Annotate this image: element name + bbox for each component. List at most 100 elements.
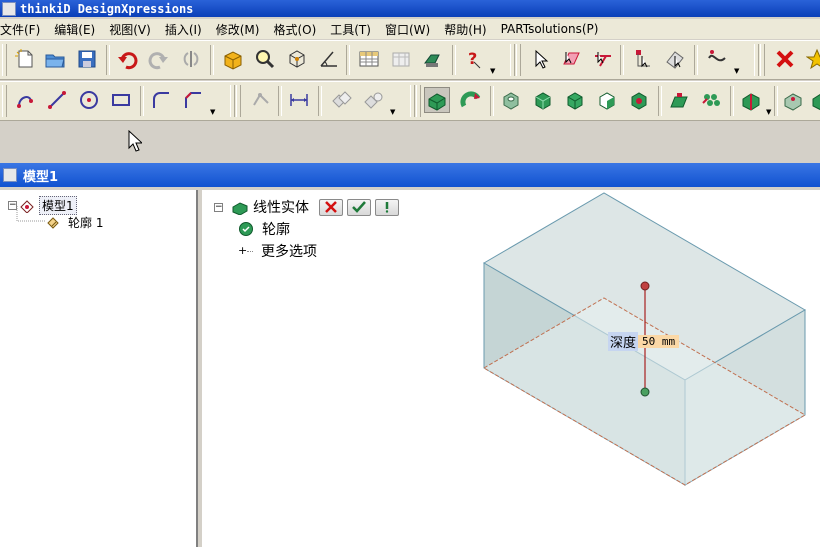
- fillet-icon[interactable]: [148, 87, 174, 113]
- tree-dots: [247, 250, 253, 252]
- open-folder-icon[interactable]: [42, 46, 68, 72]
- select-body-icon[interactable]: [662, 46, 688, 72]
- toolbar-separator: [774, 86, 778, 116]
- cancel-x-icon: [325, 201, 337, 213]
- toolbar-grip[interactable]: [236, 85, 241, 117]
- toolbar-grip[interactable]: [510, 44, 515, 76]
- chevron-down-icon[interactable]: ▼: [766, 108, 771, 116]
- toolbar-grip[interactable]: [760, 44, 765, 76]
- select-arrow-icon[interactable]: [528, 46, 554, 72]
- menu-tools[interactable]: 工具(T): [330, 21, 371, 38]
- profile-label: 轮廓: [262, 222, 290, 238]
- rectangle-icon[interactable]: [108, 87, 134, 113]
- menu-partsolutions[interactable]: PARTsolutions(P): [501, 22, 599, 36]
- chevron-down-icon[interactable]: ▼: [490, 67, 495, 75]
- cancel-button[interactable]: [319, 198, 343, 216]
- chevron-down-icon[interactable]: ▼: [210, 108, 215, 116]
- revolve-icon[interactable]: [458, 87, 484, 113]
- circle-icon[interactable]: [76, 87, 102, 113]
- confirm-button[interactable]: [347, 198, 371, 216]
- toolbar-separator: [318, 86, 322, 116]
- feature-row: − 线性实体: [214, 197, 399, 217]
- checkmark-icon: [352, 201, 366, 213]
- toolbar-grip[interactable]: [416, 85, 421, 117]
- hole-icon[interactable]: [498, 87, 524, 113]
- dimension-icon[interactable]: [286, 87, 312, 113]
- toolbar-grip[interactable]: [2, 85, 7, 117]
- toolbar-grip[interactable]: [516, 44, 521, 76]
- delete-icon[interactable]: [772, 46, 798, 72]
- zoom-icon[interactable]: [252, 46, 278, 72]
- toolbar-grip[interactable]: [2, 44, 7, 76]
- sketch-line-icon[interactable]: [44, 87, 70, 113]
- standard-toolbar: ? ▼ ▼: [0, 40, 820, 80]
- menu-view[interactable]: 视图(V): [109, 21, 151, 38]
- help-query-icon[interactable]: ?: [460, 46, 486, 72]
- toolbar-dock-area: [0, 122, 820, 159]
- chevron-down-icon[interactable]: ▼: [390, 108, 395, 116]
- box-icon[interactable]: [220, 46, 246, 72]
- collapse-toggle[interactable]: −: [214, 202, 223, 212]
- constraint-icon[interactable]: [248, 87, 274, 113]
- fillet-solid-icon[interactable]: [698, 87, 724, 113]
- star-icon[interactable]: [804, 46, 820, 72]
- body-icon[interactable]: [808, 87, 820, 113]
- toolbar-grip[interactable]: [754, 44, 759, 76]
- menu-edit[interactable]: 编辑(E): [54, 21, 95, 38]
- menu-insert[interactable]: 插入(I): [165, 21, 202, 38]
- app-title-bar: thinkiD DesignXpressions: [0, 0, 820, 17]
- toolbar-separator: [210, 45, 214, 75]
- split-icon[interactable]: [780, 87, 806, 113]
- curve-tool-icon[interactable]: [704, 46, 730, 72]
- profile-row[interactable]: 轮廓: [238, 219, 290, 239]
- menu-window[interactable]: 窗口(W): [385, 21, 430, 38]
- solid-green4-icon[interactable]: [626, 87, 652, 113]
- cube-wire-icon[interactable]: [284, 46, 310, 72]
- toolbar-separator: [730, 86, 734, 116]
- chevron-down-icon[interactable]: ▼: [734, 67, 739, 75]
- more-options-row[interactable]: + 更多选项: [238, 241, 317, 261]
- chamfer-icon[interactable]: [180, 87, 206, 113]
- mirror-icon[interactable]: [178, 46, 204, 72]
- extrude-icon[interactable]: [424, 87, 450, 113]
- toolbar-separator: [658, 86, 662, 116]
- menu-help[interactable]: 帮助(H): [444, 21, 486, 38]
- menu-modify[interactable]: 修改(M): [216, 21, 260, 38]
- toolbar-grip[interactable]: [410, 85, 415, 117]
- toolbar-separator: [346, 45, 350, 75]
- solid-green-icon[interactable]: [530, 87, 556, 113]
- depth-dimension-label[interactable]: 深度 50 mm: [608, 331, 680, 351]
- select-face-icon[interactable]: [558, 46, 584, 72]
- new-document-icon[interactable]: [12, 46, 38, 72]
- toolbar-separator: [278, 86, 282, 116]
- machine-icon[interactable]: [420, 46, 446, 72]
- toolbar-grip[interactable]: [230, 85, 235, 117]
- extrude-feature-icon: [232, 202, 248, 215]
- toolbar-separator: [620, 45, 624, 75]
- menu-format[interactable]: 格式(O): [273, 21, 316, 38]
- app-icon: [2, 1, 16, 16]
- redo-icon[interactable]: [146, 46, 172, 72]
- line-icon[interactable]: [12, 87, 38, 113]
- pattern2-icon[interactable]: [360, 87, 386, 113]
- array-icon[interactable]: [738, 87, 764, 113]
- menu-file[interactable]: 文件(F): [0, 21, 40, 38]
- undo-icon[interactable]: [114, 46, 140, 72]
- select-edge-icon[interactable]: [590, 46, 616, 72]
- exclamation-icon: [385, 202, 389, 213]
- table2-icon[interactable]: [388, 46, 414, 72]
- table-icon[interactable]: [356, 46, 382, 72]
- expand-toggle[interactable]: +: [238, 245, 247, 256]
- save-icon[interactable]: [74, 46, 100, 72]
- shell-icon[interactable]: [666, 87, 692, 113]
- pattern-icon[interactable]: [328, 87, 354, 113]
- angle-icon[interactable]: [316, 46, 342, 72]
- more-options-label: 更多选项: [261, 244, 317, 260]
- solid-green3-icon[interactable]: [594, 87, 620, 113]
- solid-green2-icon[interactable]: [562, 87, 588, 113]
- info-button[interactable]: [375, 198, 399, 216]
- toolbar-separator: [490, 86, 494, 116]
- tree-child-label: 轮廓 1: [68, 216, 104, 230]
- select-point-icon[interactable]: [630, 46, 656, 72]
- depth-value[interactable]: 50 mm: [638, 334, 680, 348]
